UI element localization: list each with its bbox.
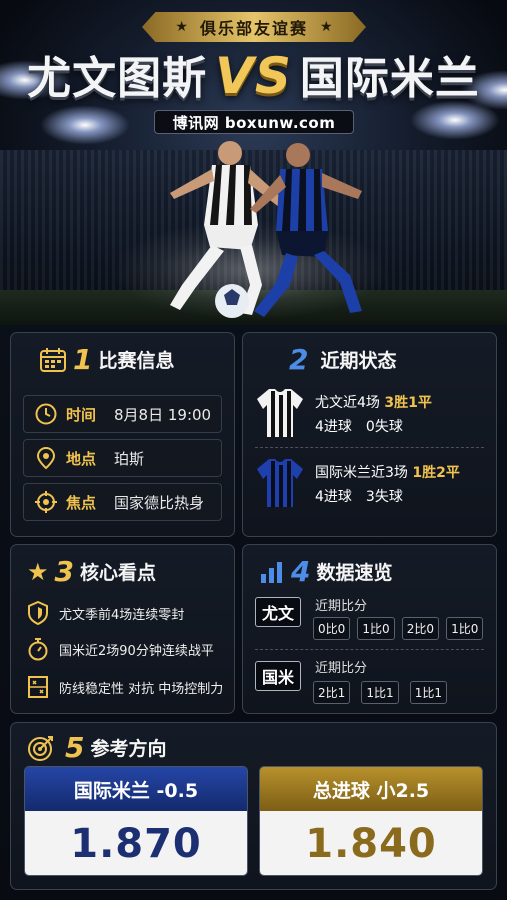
key-point-text: 防线稳定性 对抗 中场控制力 xyxy=(59,681,224,697)
panel-header: ★ 3 核心看点 xyxy=(27,555,156,588)
bar-chart-icon xyxy=(261,561,282,583)
section-title: 数据速览 xyxy=(316,562,393,584)
panel-header: 1 比赛信息 xyxy=(39,343,175,376)
star-icon: ★ xyxy=(320,19,333,35)
panel-header: 4 数据速览 xyxy=(259,555,393,588)
info-label: 地点 xyxy=(66,449,97,468)
pick-card-handicap: 国际米兰 -0.5 1.870 xyxy=(24,766,248,876)
section-number: 1 xyxy=(73,343,93,376)
pick-odds: 1.870 xyxy=(25,811,247,875)
section-title: 核心看点 xyxy=(80,562,157,584)
hero-banner: ★ 俱乐部友谊赛 ★ 尤文图斯 VS 国际米兰 博讯网 boxunw.com xyxy=(0,0,507,325)
info-row-focus: 焦点 国家德比热身 xyxy=(23,483,222,521)
form-goals: 4进球 3失球 xyxy=(315,489,403,505)
score-chip: 1比1 xyxy=(409,681,448,704)
section-title: 近期状态 xyxy=(320,350,397,372)
target-icon xyxy=(35,491,57,513)
score-chip: 0比0 xyxy=(313,617,351,640)
info-value: 珀斯 xyxy=(114,449,145,468)
key-points-panel: ★ 3 核心看点 尤文季前4场连续零封 国米近2场90分钟连续战平 防线稳定性 … xyxy=(10,544,235,714)
section-number: 4 xyxy=(291,555,311,588)
panel-header: 2 近期状态 xyxy=(289,343,397,376)
event-banner: ★ 俱乐部友谊赛 ★ xyxy=(142,12,366,42)
stopwatch-icon xyxy=(28,638,48,661)
recent-form-panel: 2 近期状态 尤文近4场 3胜1平 4进球 0失球 国际米兰近3场 1胜2平 4… xyxy=(242,332,497,537)
info-row-venue: 地点 珀斯 xyxy=(23,439,222,477)
scores-label: 近期比分 xyxy=(315,661,368,676)
form-text: 国际米兰近3场 1胜2平 4进球 3失球 xyxy=(315,461,460,509)
score-chip: 2比0 xyxy=(401,617,440,640)
scores-label: 近期比分 xyxy=(315,599,368,614)
info-row-time: 时间 8月8日 19:00 xyxy=(23,395,222,433)
score-chip: 1比1 xyxy=(361,681,399,704)
matchup-title: 尤文图斯 VS 国际米兰 xyxy=(0,46,507,109)
pick-card-total: 总进球 小2.5 1.840 xyxy=(259,766,483,876)
form-goals: 4进球 0失球 xyxy=(315,419,403,435)
pick-label: 国际米兰 -0.5 xyxy=(25,767,247,811)
info-value: 国家德比热身 xyxy=(114,493,205,512)
score-chip: 1比0 xyxy=(357,617,395,640)
form-summary: 尤文近4场 xyxy=(315,395,380,411)
clock-icon xyxy=(35,403,57,425)
score-chips: 2比1 1比1 1比1 xyxy=(313,681,449,704)
data-overview-panel: 4 数据速览 尤文 近期比分 0比0 1比0 2比0 1比0 国米 近期比分 2… xyxy=(242,544,497,714)
panel-header: 5 参考方向 xyxy=(27,731,167,764)
info-label: 时间 xyxy=(66,405,97,424)
away-team: 国际米兰 xyxy=(299,53,480,104)
inter-jersey-icon xyxy=(257,459,303,507)
vs-label: VS xyxy=(215,47,292,105)
key-point-text: 国米近2场90分钟连续战平 xyxy=(59,643,214,659)
inter-player xyxy=(250,143,362,317)
section-number: 3 xyxy=(54,555,74,588)
form-text: 尤文近4场 3胜1平 4进球 0失球 xyxy=(315,391,432,439)
football xyxy=(215,284,249,318)
score-chips: 0比0 1比0 2比0 1比0 xyxy=(313,617,485,640)
calendar-icon xyxy=(40,347,66,372)
form-record: 3胜1平 xyxy=(384,395,432,411)
key-point: 防线稳定性 对抗 中场控制力 xyxy=(27,675,223,699)
section-title: 比赛信息 xyxy=(98,350,175,372)
section-number: 5 xyxy=(65,731,85,764)
juventus-jersey-icon xyxy=(257,389,303,437)
divider xyxy=(255,649,484,650)
star-icon: ★ xyxy=(175,19,188,35)
team-tag: 国米 xyxy=(255,661,302,691)
home-team: 尤文图斯 xyxy=(27,53,208,104)
event-title: 俱乐部友谊赛 xyxy=(199,19,308,38)
score-chip: 2比1 xyxy=(313,681,351,704)
pick-odds: 1.840 xyxy=(260,811,482,875)
players-illustration xyxy=(170,141,362,318)
star-icon: ★ xyxy=(27,557,49,586)
key-point: 尤文季前4场连续零封 xyxy=(27,601,184,625)
match-info-panel: 1 比赛信息 时间 8月8日 19:00 地点 珀斯 焦点 国家德比热身 xyxy=(10,332,235,537)
info-label: 焦点 xyxy=(66,493,97,512)
bullseye-icon xyxy=(28,735,53,761)
score-chip: 1比0 xyxy=(446,617,484,640)
section-title: 参考方向 xyxy=(90,738,167,760)
team-tag: 尤文 xyxy=(255,597,302,627)
form-record: 1胜2平 xyxy=(412,465,460,481)
form-summary: 国际米兰近3场 xyxy=(315,465,408,481)
info-value: 8月8日 19:00 xyxy=(114,405,212,424)
tactics-board-icon xyxy=(28,676,48,698)
key-point: 国米近2场90分钟连续战平 xyxy=(27,637,214,661)
key-point-text: 尤文季前4场连续零封 xyxy=(59,607,185,623)
section-number: 2 xyxy=(289,343,309,376)
divider xyxy=(255,447,484,448)
shield-icon xyxy=(28,601,48,625)
pick-label: 总进球 小2.5 xyxy=(260,767,482,811)
poster: ★ 俱乐部友谊赛 ★ 尤文图斯 VS 国际米兰 博讯网 boxunw.com 1 比… xyxy=(0,0,507,900)
site-badge: 博讯网 boxunw.com xyxy=(154,110,354,134)
location-pin-icon xyxy=(36,446,56,470)
